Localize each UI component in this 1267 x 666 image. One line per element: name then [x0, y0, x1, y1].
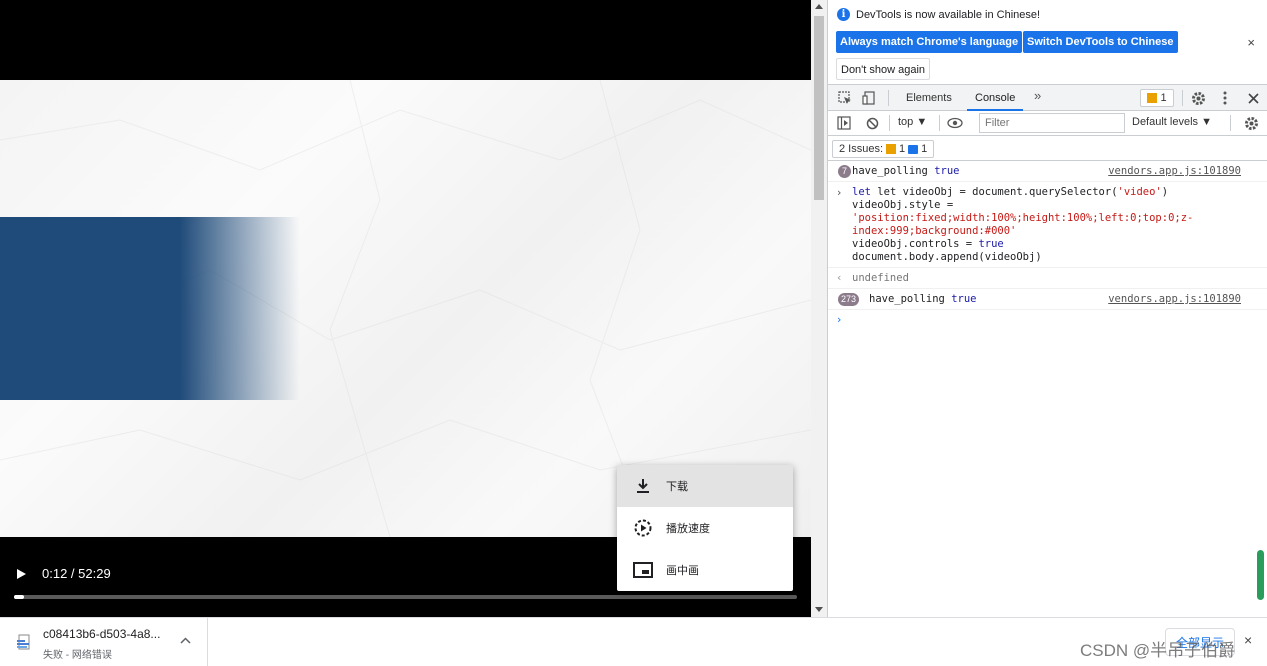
- input-caret-icon: ›: [837, 186, 842, 199]
- screen: 0:12 / 52:29 下载 播放速度 画中画 i DevTools is n…: [0, 0, 1267, 666]
- context-selector[interactable]: top ▼: [898, 116, 927, 128]
- menu-item-label: 下载: [666, 481, 688, 493]
- warnings-badge[interactable]: 1: [1140, 89, 1174, 107]
- info-message-icon: [908, 144, 919, 154]
- shelf-close-icon[interactable]: ×: [1244, 632, 1252, 648]
- close-devtools-icon[interactable]: [1244, 89, 1262, 107]
- code-line: videoObj.style =: [852, 199, 954, 211]
- issues-label: 2 Issues:: [839, 143, 884, 155]
- match-language-button[interactable]: Always match Chrome's language: [836, 31, 1023, 53]
- play-button[interactable]: [14, 567, 28, 581]
- source-link[interactable]: vendors.app.js:101890: [1108, 293, 1241, 305]
- log-text: have_polling: [869, 293, 945, 305]
- infobar-message: DevTools is now available in Chinese!: [856, 9, 1041, 21]
- video-time: 0:12 / 52:29: [42, 566, 111, 581]
- video-progress-fill: [14, 595, 24, 599]
- play-icon: [17, 569, 26, 579]
- download-shelf: c08413b6-d503-4a8... 失败 - 网络错误 全部显示 × CS…: [0, 617, 1267, 666]
- console-log-row: 273 have_polling true vendors.app.js:101…: [828, 289, 1267, 310]
- log-value: true: [934, 165, 960, 177]
- more-tabs-icon[interactable]: »: [1034, 88, 1041, 103]
- video-options-menu: 下载 播放速度 画中画: [617, 465, 793, 591]
- download-icon: [631, 474, 655, 498]
- issues-counter[interactable]: 2 Issues: 1 1: [832, 140, 935, 158]
- download-status: 失败 - 网络错误: [43, 650, 112, 661]
- source-link[interactable]: vendors.app.js:101890: [1108, 165, 1241, 177]
- live-expression-eye-icon[interactable]: [946, 114, 964, 132]
- console-log-row: 7 have_polling true vendors.app.js:10189…: [828, 161, 1267, 182]
- devtools-tabbar: Elements Console » 1: [828, 85, 1267, 111]
- issues-bar: 2 Issues: 1 1: [828, 136, 1267, 161]
- console-prompt[interactable]: ›: [828, 310, 1267, 332]
- console-input-row: › let let videoObj = document.querySelec…: [828, 182, 1267, 268]
- clear-console-icon[interactable]: [863, 114, 881, 132]
- dont-show-again-button[interactable]: Don't show again: [836, 58, 931, 80]
- video-player[interactable]: 0:12 / 52:29 下载 播放速度 画中画: [0, 0, 811, 617]
- console-scroll-indicator[interactable]: [1257, 550, 1264, 600]
- infobar-close-icon[interactable]: ×: [1247, 35, 1255, 50]
- console-settings-gear-icon[interactable]: [1242, 114, 1260, 132]
- log-text: have_polling: [852, 165, 928, 177]
- video-blue-shape: [0, 217, 300, 400]
- menu-item-label: 画中画: [666, 565, 699, 577]
- code-line: videoObj.controls =: [852, 238, 979, 250]
- toolbar-divider: [939, 115, 940, 131]
- chevron-up-icon[interactable]: [180, 635, 191, 647]
- code-keyword: true: [978, 238, 1004, 250]
- log-levels-dropdown[interactable]: Default levels ▼: [1132, 116, 1212, 128]
- page-scrollbar[interactable]: [811, 0, 827, 617]
- toolbar-divider: [1230, 115, 1231, 131]
- info-icon: i: [837, 8, 850, 21]
- console-filterbar: top ▼ Default levels ▼: [828, 111, 1267, 136]
- result-caret-icon: ‹: [837, 271, 842, 284]
- toolbar-divider: [888, 90, 889, 106]
- code-line: ): [1161, 186, 1169, 198]
- sidebar-toggle-icon[interactable]: [835, 114, 853, 132]
- inspect-element-icon[interactable]: [836, 89, 854, 107]
- code-line: let videoObj = document.querySelector(: [877, 186, 1118, 198]
- menu-item-picture-in-picture[interactable]: 画中画: [617, 549, 793, 591]
- warnings-count: 1: [1160, 92, 1167, 104]
- download-item[interactable]: c08413b6-d503-4a8... 失败 - 网络错误: [0, 618, 208, 666]
- menu-item-playback-speed[interactable]: 播放速度: [617, 507, 793, 549]
- prompt-caret-icon: ›: [837, 313, 842, 326]
- console-output: 7 have_polling true vendors.app.js:10189…: [828, 161, 1267, 617]
- show-all-button[interactable]: 全部显示: [1165, 628, 1236, 656]
- scroll-up-arrow-icon[interactable]: [815, 4, 823, 9]
- device-toolbar-icon[interactable]: [860, 89, 878, 107]
- kebab-menu-icon[interactable]: [1216, 89, 1234, 107]
- playback-speed-icon: [631, 516, 655, 540]
- code-string: 'position:fixed;width:100%;height:100%;l…: [852, 212, 1194, 224]
- picture-in-picture-icon: [631, 558, 655, 582]
- result-value: undefined: [852, 272, 909, 284]
- scroll-thumb[interactable]: [814, 16, 824, 200]
- menu-item-label: 播放速度: [666, 523, 710, 535]
- code-line: document.body.append(videoObj): [852, 251, 1042, 263]
- language-infobar: i DevTools is now available in Chinese! …: [828, 0, 1267, 85]
- warning-flag-icon: [1147, 93, 1158, 103]
- warning-flag-icon: [886, 144, 897, 154]
- file-icon: [17, 634, 30, 650]
- tab-console[interactable]: Console: [967, 85, 1024, 111]
- code-string: 'video': [1117, 186, 1162, 198]
- toolbar-divider: [1182, 90, 1183, 106]
- switch-language-button[interactable]: Switch DevTools to Chinese: [1023, 31, 1178, 53]
- scroll-down-arrow-icon[interactable]: [815, 607, 823, 612]
- toolbar-divider: [889, 115, 890, 131]
- repeat-count-badge: 273: [838, 293, 860, 306]
- download-filename: c08413b6-d503-4a8...: [43, 627, 161, 641]
- console-filter-input[interactable]: [979, 113, 1125, 133]
- issues-info-count: 1: [921, 143, 928, 155]
- code-string: index:999;background:#000': [852, 225, 1017, 237]
- menu-item-download[interactable]: 下载: [617, 465, 793, 507]
- repeat-count-badge: 7: [838, 165, 851, 178]
- tab-elements[interactable]: Elements: [898, 85, 960, 111]
- issues-warning-count: 1: [899, 143, 906, 155]
- video-progress-bar[interactable]: [14, 595, 797, 599]
- console-result-row: ‹ undefined: [828, 268, 1267, 289]
- log-value: true: [951, 293, 977, 305]
- settings-gear-icon[interactable]: [1189, 89, 1207, 107]
- devtools-panel: i DevTools is now available in Chinese! …: [827, 0, 1267, 617]
